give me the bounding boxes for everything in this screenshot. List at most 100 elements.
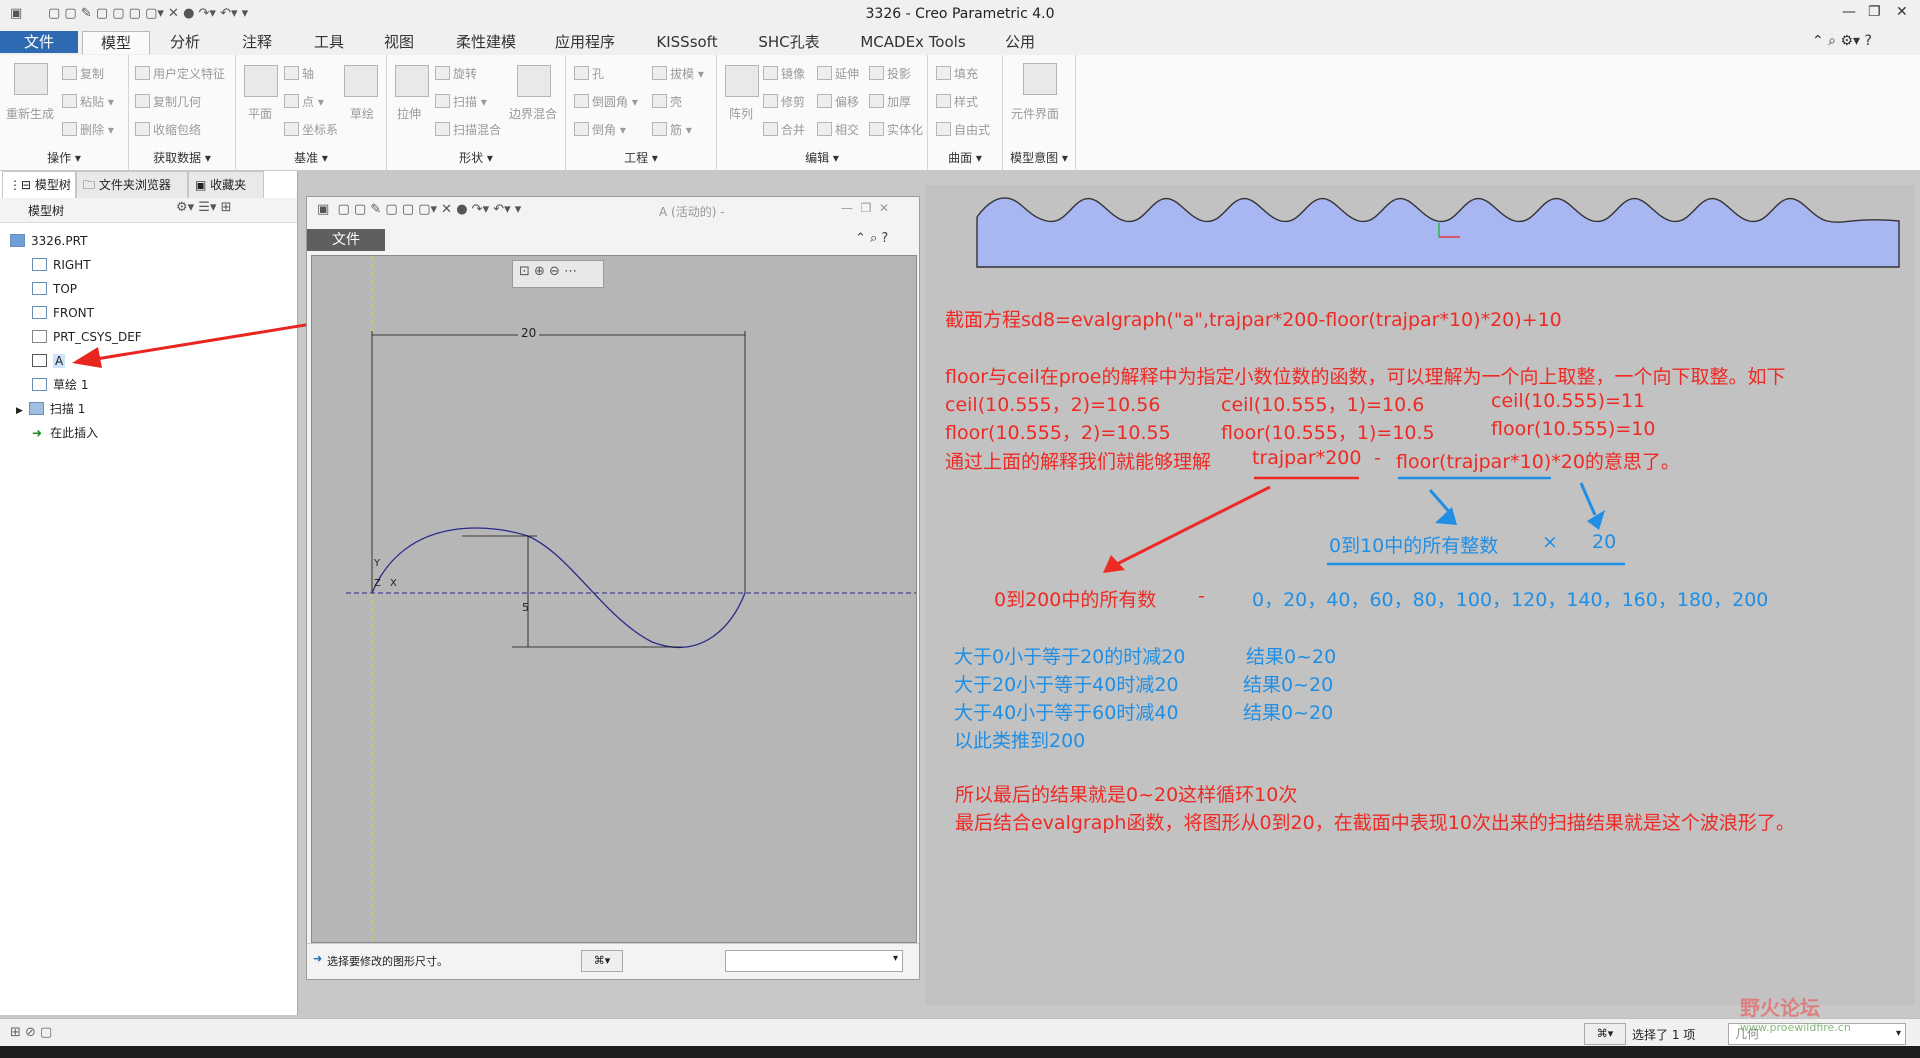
solidify-button[interactable]: 实体化 [869, 121, 923, 138]
tree-item-graph-a[interactable]: A [32, 351, 66, 371]
tree-header: 模型树 ⚙▾ ☰▾ ⊞ [0, 198, 297, 223]
graph-file-tab[interactable]: 文件 [307, 229, 385, 251]
tab-shc[interactable]: SHC孔表 [744, 31, 834, 53]
mirror-button[interactable]: 镜像 [763, 65, 805, 82]
udf-button[interactable]: 用户定义特征 [135, 65, 225, 82]
paste-button[interactable]: 粘贴 ▾ [62, 93, 114, 110]
point-button[interactable]: 点 ▾ [284, 93, 324, 110]
group-label-model-intent[interactable]: 模型意图 ▾ [1003, 149, 1075, 166]
tree-item-part[interactable]: 3326.PRT [10, 231, 87, 251]
group-label-engineering[interactable]: 工程 ▾ [566, 149, 716, 166]
tree-settings-icon[interactable]: ⚙▾ ☰▾ ⊞ [176, 200, 232, 215]
tree-item-front[interactable]: FRONT [32, 303, 94, 323]
chamfer-icon [574, 122, 589, 136]
solidify-icon [869, 122, 884, 136]
tab-model[interactable]: 模型 [82, 31, 150, 54]
tab-analysis[interactable]: 分析 [152, 31, 218, 53]
intersect-button[interactable]: 相交 [817, 121, 859, 138]
height-dimension[interactable]: 5 [522, 601, 529, 614]
style-icon [936, 94, 951, 108]
extend-button[interactable]: 延伸 [817, 65, 859, 82]
find-icon[interactable]: ⌘▾ [1584, 1023, 1626, 1045]
group-shapes: 拉伸 旋转 扫描 ▾ 扫描混合 边界混合 形状 ▾ [387, 55, 566, 170]
group-label-operations[interactable]: 操作 ▾ [0, 149, 128, 166]
graph-canvas[interactable]: ⊡ ⊕ ⊖ ⋯ 20 5 Y X Z [311, 255, 917, 943]
round-button[interactable]: 倒圆角 ▾ [574, 93, 638, 110]
watermark-logo: 野火论坛 [1740, 996, 1820, 1020]
term-floor: floor(trajpar*10)*20的意思了。 [1396, 451, 1680, 473]
trim-button[interactable]: 修剪 [763, 93, 805, 110]
tree-item-sweep1[interactable]: ▶ 扫描 1 [16, 399, 85, 419]
draft-button[interactable]: 拔模 ▾ [652, 65, 704, 82]
tab-mcadex[interactable]: MCADEx Tools [850, 31, 976, 53]
tab-folder-browser[interactable]: 🗀 文件夹浏览器 [76, 171, 188, 199]
tab-kisssoft[interactable]: KISSsoft [640, 31, 734, 53]
csys-button[interactable]: 坐标系 [284, 121, 338, 138]
tab-file[interactable]: 文件 [0, 31, 78, 53]
merge-button[interactable]: 合并 [763, 121, 805, 138]
tab-model-tree[interactable]: ⋮⊟ 模型树 [2, 171, 76, 198]
delete-button[interactable]: 删除 ▾ [62, 121, 114, 138]
filter-dropdown[interactable]: ▾ [725, 950, 903, 972]
graph-window-controls[interactable]: — ❐ ✕ [841, 201, 889, 215]
tree-item-right[interactable]: RIGHT [32, 255, 91, 275]
tab-view[interactable]: 视图 [366, 31, 432, 53]
tab-flexible-modeling[interactable]: 柔性建模 [442, 31, 530, 53]
graph-toolbar-icons[interactable]: ▣ ▢ ▢ ✎ ▢ ▢ ▢▾ ✕ ● ↷▾ ↶▾ ▾ [317, 202, 521, 217]
group-label-surfaces[interactable]: 曲面 ▾ [928, 149, 1002, 166]
fill-button[interactable]: 填充 [936, 65, 978, 82]
style-button[interactable]: 样式 [936, 93, 978, 110]
boundary-blend-button[interactable]: 边界混合 [509, 105, 557, 122]
revolve-button[interactable]: 旋转 [435, 65, 477, 82]
status-icons[interactable]: ⊞ ⊘ ▢ [10, 1025, 52, 1040]
group-label-datum[interactable]: 基准 ▾ [236, 149, 386, 166]
freestyle-icon [936, 122, 951, 136]
rule-3-result: 结果0~20 [1243, 702, 1334, 724]
tab-common[interactable]: 公用 [990, 31, 1050, 53]
group-label-editing[interactable]: 编辑 ▾ [717, 149, 927, 166]
sweep-button[interactable]: 扫描 ▾ [435, 93, 487, 110]
tree-item-top[interactable]: TOP [32, 279, 77, 299]
close-button[interactable]: ✕ [1896, 4, 1908, 20]
rib-button[interactable]: 筋 ▾ [652, 121, 692, 138]
chamfer-button[interactable]: 倒角 ▾ [574, 121, 626, 138]
plane-button[interactable]: 平面 [248, 105, 272, 122]
graph-window-title: A (活动的) - [659, 205, 725, 219]
tab-applications[interactable]: 应用程序 [540, 31, 630, 53]
expand-icon[interactable]: ▶ [16, 406, 23, 416]
offset-button[interactable]: 偏移 [817, 93, 859, 110]
freestyle-button[interactable]: 自由式 [936, 121, 990, 138]
shrinkwrap-button[interactable]: 收缩包络 [135, 121, 201, 138]
component-interface-button[interactable]: 元件界面 [1011, 105, 1059, 122]
tree-item-insert-here[interactable]: ➜ 在此插入 [32, 423, 98, 443]
minimize-button[interactable]: — [1842, 4, 1856, 20]
find-button[interactable]: ⌘▾ [581, 950, 623, 972]
swept-blend-button[interactable]: 扫描混合 [435, 121, 501, 138]
axis-button[interactable]: 轴 [284, 65, 314, 82]
regenerate-button[interactable]: 重新生成 [6, 105, 54, 122]
tab-annotate[interactable]: 注释 [224, 31, 290, 53]
restore-button[interactable]: ❐ [1868, 4, 1881, 20]
copy-geometry-button[interactable]: 复制几何 [135, 93, 201, 110]
shell-button[interactable]: 壳 [652, 93, 682, 110]
pattern-button[interactable]: 阵列 [729, 105, 753, 122]
project-button[interactable]: 投影 [869, 65, 911, 82]
sketch-button[interactable]: 草绘 [350, 105, 374, 122]
extrude-button[interactable]: 拉伸 [397, 105, 421, 122]
blue-arrow-2 [1579, 482, 1597, 516]
thicken-button[interactable]: 加厚 [869, 93, 911, 110]
status-arrow-icon: ➜ [313, 952, 323, 965]
tab-tools[interactable]: 工具 [296, 31, 362, 53]
graph-help-icons[interactable]: ⌃ ⌕ ? [855, 231, 888, 246]
width-dimension[interactable]: 20 [518, 326, 540, 340]
sketch-icon [344, 65, 378, 97]
hole-button[interactable]: 孔 [574, 65, 604, 82]
tree-item-sketch1[interactable]: 草绘 1 [32, 375, 88, 395]
copy-button[interactable]: 复制 [62, 65, 104, 82]
help-icons[interactable]: ⌃ ⌕ ⚙▾ ? [1812, 33, 1872, 49]
tree-item-csys[interactable]: PRT_CSYS_DEF [32, 327, 142, 347]
paste-icon [62, 94, 77, 108]
group-label-shapes[interactable]: 形状 ▾ [387, 149, 565, 166]
group-label-get-data[interactable]: 获取数据 ▾ [129, 149, 235, 166]
tab-favorites[interactable]: ▣ 收藏夹 [188, 171, 264, 199]
